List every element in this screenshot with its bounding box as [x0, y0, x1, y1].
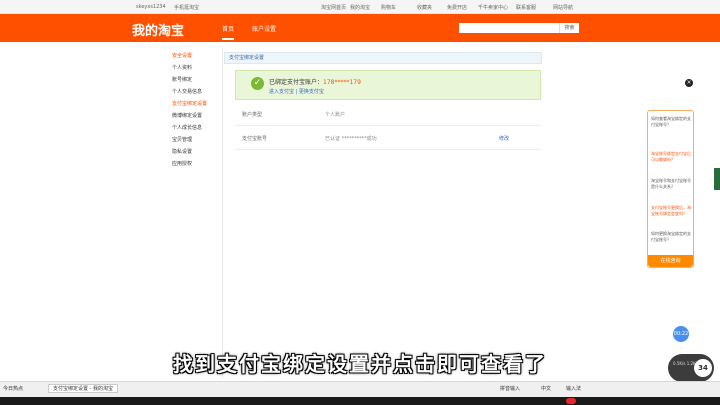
search-input[interactable]	[459, 23, 559, 33]
help-item[interactable]: 支付宝账号更换后，淘宝账号绑定会变吗？	[651, 205, 692, 217]
sidebar-item-profile[interactable]: 个人资料	[172, 64, 192, 71]
help-item[interactable]: 如何更换淘宝绑定的支付宝账号？	[651, 231, 692, 243]
video-subtitle: 找到支付宝绑定设置并点击即可查看了	[173, 352, 547, 376]
row-value: 个人账户	[325, 112, 346, 118]
network-widget: 0.5K/s 1.2K/s 34	[668, 354, 714, 382]
widget-number: 34	[694, 359, 712, 377]
help-item[interactable]: 淘宝账号绑定支付宝后可以解绑吗？	[651, 151, 692, 163]
help-item[interactable]: 如何查看淘宝绑定的支付宝账号？	[651, 116, 692, 128]
taskbar-news[interactable]: 今日热点	[3, 385, 23, 392]
toplink-site-nav[interactable]: 网站导航	[553, 4, 573, 11]
row-alipay-account: 支付宝账号 已认证 **********成功 修改	[235, 126, 541, 150]
row-label: 支付宝账号	[242, 136, 268, 142]
sidebar-item-privacy[interactable]: 隐私设置	[172, 148, 192, 155]
sidebar-item-account-binding[interactable]: 账号绑定	[172, 76, 192, 83]
binding-notice: ✓ 已绑定支付宝账户：178*****179 进入支付宝 | 更换支付宝	[235, 70, 541, 100]
notice-text: 已绑定支付宝账户：178*****179	[269, 77, 361, 86]
sidebar-item-authorization[interactable]: 应用授权	[172, 160, 192, 167]
username-link[interactable]: skeyxs1234	[136, 4, 166, 10]
toplink-favorites[interactable]: 收藏夹	[417, 4, 432, 11]
toplink-cart[interactable]: 购物车	[381, 4, 396, 11]
timer-badge: 00:22	[673, 326, 689, 342]
sidebar-item-items[interactable]: 宝贝管理	[172, 136, 192, 143]
row-label: 账户类型	[242, 112, 263, 118]
bound-account: 178*****179	[323, 79, 361, 86]
close-icon[interactable]: ×	[685, 79, 693, 87]
toplink-open-shop[interactable]: 免费开店	[447, 4, 467, 11]
toplink-service[interactable]: 联系客服	[516, 4, 536, 11]
notice-links[interactable]: 进入支付宝 | 更换支付宝	[269, 88, 324, 95]
help-item[interactable]: 淘宝账号和支付宝账号是什么关系？	[651, 178, 692, 190]
logo[interactable]: 我的淘宝	[132, 20, 184, 39]
panel-title: 支付宝绑定设置	[224, 52, 542, 64]
taskbar-window[interactable]: 支付宝绑定设置 - 我的淘宝	[48, 384, 118, 393]
mobile-link[interactable]: 手机逛淘宝	[174, 4, 199, 11]
help-panel: 如何查看淘宝绑定的支付宝账号？ 淘宝账号绑定支付宝后可以解绑吗？ 淘宝账号和支付…	[647, 110, 694, 268]
search-button[interactable]: 搜索	[559, 23, 579, 33]
modify-link[interactable]: 修改	[499, 135, 509, 142]
taskbar-lang[interactable]: 中文	[541, 385, 551, 392]
taskbar-ime[interactable]: 拼音输入	[500, 385, 520, 392]
sidebar-item-alipay-binding[interactable]: 支付宝绑定设置	[172, 100, 207, 107]
toplink-seller-center[interactable]: 千牛卖家中心	[478, 4, 508, 11]
edge-tab	[714, 168, 720, 190]
nav-home[interactable]: 首页	[222, 24, 235, 40]
online-consult-button[interactable]: 在线咨询	[648, 255, 693, 267]
sidebar-item-trade-info[interactable]: 个人交易信息	[172, 88, 202, 95]
record-indicator	[566, 398, 576, 404]
sidebar-item-security[interactable]: 安全设置	[172, 52, 192, 59]
top-bar: skeyxs1234 手机逛淘宝 淘宝网首页 我的淘宝 购物车 收藏夹 免费开店…	[0, 0, 720, 14]
header: 我的淘宝 首页 账户设置 搜索	[0, 14, 720, 42]
nav-account-settings[interactable]: 账户设置	[252, 24, 276, 33]
check-icon: ✓	[251, 77, 264, 90]
content-divider	[222, 48, 223, 378]
row-account-type: 账户类型 个人账户	[235, 102, 541, 126]
bottom-strip	[0, 397, 720, 405]
sidebar-item-growth[interactable]: 个人成长信息	[172, 124, 202, 131]
toplink-home[interactable]: 淘宝网首页	[321, 4, 346, 11]
taskbar-input[interactable]: 输入法	[566, 385, 581, 392]
toplink-my-taobao[interactable]: 我的淘宝	[350, 4, 370, 11]
sidebar-item-weibo-binding[interactable]: 微博绑定设置	[172, 112, 202, 119]
notice-label: 已绑定支付宝账户：	[269, 79, 324, 86]
row-value: 已认证 **********成功	[325, 136, 377, 142]
